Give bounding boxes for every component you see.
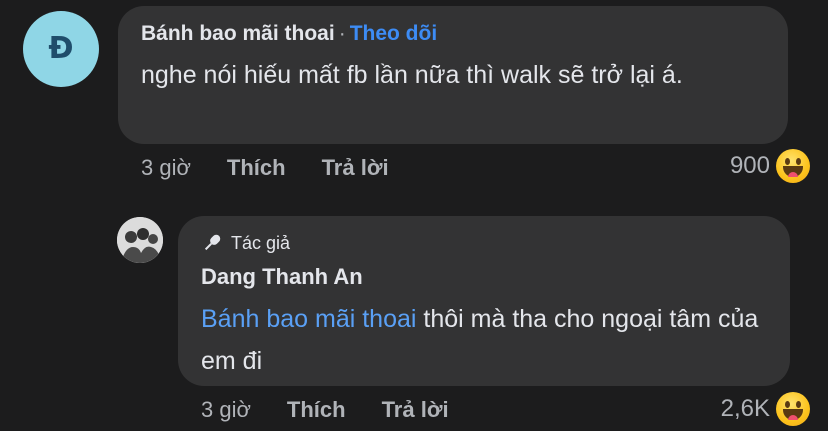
reply-reaction-count: 2,6K <box>720 395 770 422</box>
avatar-letter: Đ <box>48 31 74 66</box>
follow-link[interactable]: Theo dõi <box>350 22 438 45</box>
haha-emoji-icon <box>776 392 810 426</box>
reply-actions: 3 giờ Thích Trả lời <box>201 397 485 423</box>
reply-button[interactable]: Trả lời <box>322 155 389 181</box>
separator-dot: · <box>338 22 346 45</box>
reply-author-avatar[interactable] <box>117 217 163 263</box>
reply-text: Bánh bao mãi thoai thôi mà tha cho ngoại… <box>201 298 776 382</box>
like-button[interactable]: Thích <box>227 155 286 181</box>
comment-timestamp[interactable]: 3 giờ <box>141 155 191 181</box>
author-badge: Tác giả <box>201 232 290 254</box>
microphone-icon <box>204 234 221 251</box>
reply-reply-button[interactable]: Trả lời <box>382 397 449 423</box>
reaction-count: 900 <box>729 152 770 179</box>
reply-timestamp[interactable]: 3 giờ <box>201 397 251 423</box>
comment-reactions[interactable]: 900 <box>730 149 810 183</box>
comment-header: Bánh bao mãi thoai · Theo dõi <box>141 22 437 46</box>
comment-author-name[interactable]: Bánh bao mãi thoai <box>141 22 335 45</box>
commenter-avatar[interactable]: Đ <box>23 11 99 87</box>
reply-author-name[interactable]: Dang Thanh An <box>201 264 363 290</box>
reply-reactions[interactable]: 2,6K <box>721 392 810 426</box>
comment-text: nghe nói hiếu mất fb lần nữa thì walk sẽ… <box>141 61 683 89</box>
reply-like-button[interactable]: Thích <box>287 397 346 423</box>
haha-emoji-icon <box>776 149 810 183</box>
author-badge-label: Tác giả <box>231 232 291 253</box>
mention-link[interactable]: Bánh bao mãi thoai <box>201 305 416 333</box>
comment-actions: 3 giờ Thích Trả lời <box>141 155 425 181</box>
comment-thread: Đ Bánh bao mãi thoai · Theo dõi nghe nói h… <box>0 0 828 431</box>
